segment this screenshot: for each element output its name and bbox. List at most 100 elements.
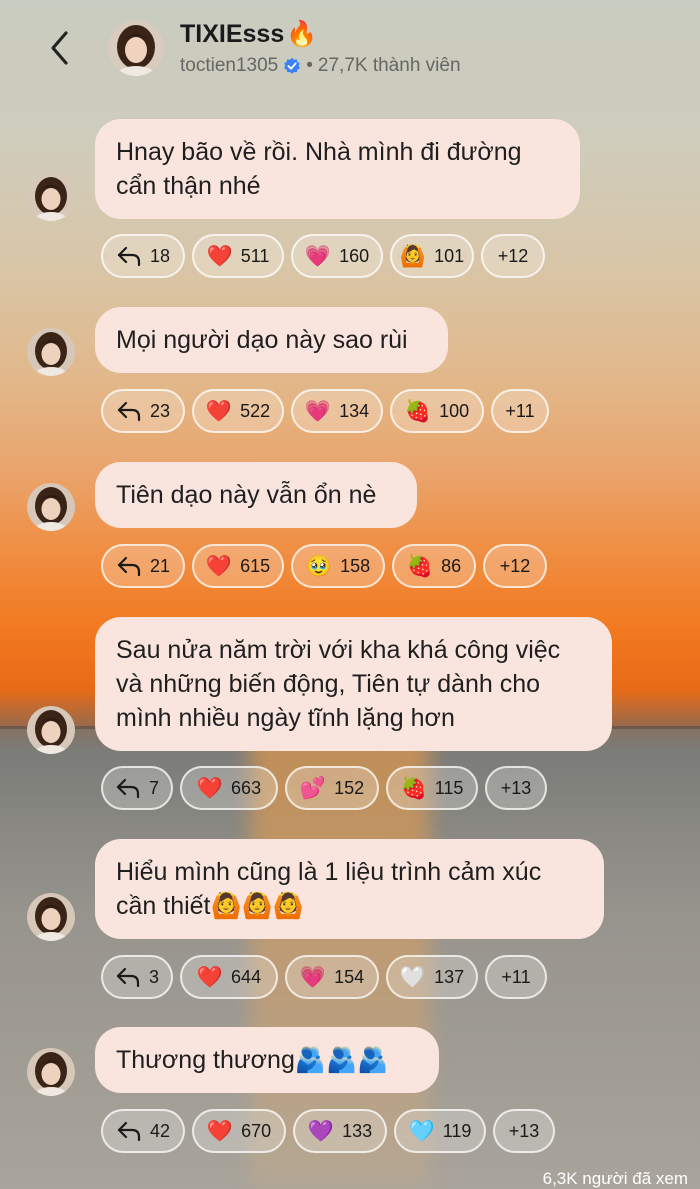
message-text: Hiểu mình cũng là 1 liệu trình cảm xúc c… (116, 858, 542, 920)
reaction-count: 86 (441, 555, 462, 576)
reaction-count: +13 (500, 777, 532, 798)
reply-button[interactable]: 21 (101, 544, 185, 588)
message-bubble[interactable]: Hnay bão về rồi. Nhà mình đi đường cẩn t… (95, 119, 580, 219)
reaction-button[interactable]: 💗 154 (285, 955, 379, 999)
reply-button[interactable]: 23 (101, 389, 185, 433)
avatar-photo-icon (108, 20, 164, 76)
channel-avatar[interactable] (108, 20, 164, 76)
avatar-photo-icon (27, 483, 75, 531)
reaction-button[interactable]: 🍓 100 (390, 389, 484, 433)
reply-arrow-icon (116, 1120, 142, 1142)
reply-button[interactable]: 42 (101, 1109, 185, 1153)
avatar-photo-icon (27, 328, 75, 376)
reaction-count: 134 (339, 400, 370, 421)
more-reactions-button[interactable]: +13 (485, 766, 547, 810)
reaction-count: 101 (434, 245, 465, 266)
reply-button[interactable]: 18 (101, 234, 185, 278)
reaction-button[interactable]: 🩵 119 (394, 1109, 486, 1153)
reaction-button[interactable]: 💗 160 (291, 234, 383, 278)
reaction-button[interactable]: 🍓 115 (386, 766, 478, 810)
more-reactions-button[interactable]: +12 (483, 544, 547, 588)
channel-title: TIXIEsss 🔥 (180, 20, 317, 49)
red-heart-icon: ❤️ (196, 776, 224, 800)
message-bubble[interactable]: Thương thương🫂🫂🫂 (95, 1027, 439, 1093)
red-heart-icon: ❤️ (206, 244, 233, 268)
reaction-button[interactable]: 🍓 86 (392, 544, 476, 588)
reaction-count: 158 (340, 555, 371, 576)
reaction-bar: 23 ❤️ 522 💗 134 🍓 100 +11 (101, 389, 549, 433)
message-text: Hnay bão về rồi. Nhà mình đi đường cẩn t… (116, 138, 522, 200)
avatar-photo-icon (27, 1048, 75, 1096)
sender-avatar[interactable] (27, 1048, 75, 1096)
reaction-bar: 18 ❤️ 511 💗 160 🙆 101 +12 (101, 234, 545, 278)
message-text: Tiên dạo này vẫn ổn nè (116, 481, 377, 509)
reaction-count: 115 (434, 777, 464, 798)
reply-button[interactable]: 3 (101, 955, 173, 999)
more-reactions-button[interactable]: +12 (481, 234, 545, 278)
sender-avatar[interactable] (27, 893, 75, 941)
reaction-button[interactable]: ❤️ 670 (192, 1109, 286, 1153)
reaction-button[interactable]: ❤️ 615 (192, 544, 284, 588)
reaction-count: 644 (231, 966, 262, 987)
channel-header: TIXIEsss 🔥 toctien1305 • 27,7K thành viê… (0, 0, 700, 100)
reaction-button[interactable]: 🙆 101 (390, 234, 474, 278)
reaction-count: 152 (334, 777, 365, 798)
reaction-button[interactable]: 💗 134 (291, 389, 383, 433)
more-reactions-button[interactable]: +11 (491, 389, 549, 433)
sender-avatar[interactable] (27, 328, 75, 376)
reply-arrow-icon (115, 777, 141, 799)
reaction-count: 133 (342, 1120, 373, 1141)
reaction-count: 3 (149, 966, 160, 987)
message-text: Sau nửa năm trời với kha khá công việc v… (116, 636, 561, 732)
reaction-bar: 7 ❤️ 663 💕 152 🍓 115 +13 (101, 766, 547, 810)
reaction-button[interactable]: ❤️ 522 (192, 389, 284, 433)
strawberry-icon: 🍓 (404, 399, 432, 423)
reaction-count: +12 (497, 245, 529, 266)
back-button[interactable] (46, 30, 74, 66)
purple-heart-icon: 💜 (307, 1119, 335, 1143)
reaction-count: 100 (439, 400, 470, 421)
pink-heart-icon: 💗 (299, 965, 327, 989)
two-hearts-icon: 💕 (299, 776, 327, 800)
message-bubble[interactable]: Mọi người dạo này sao rùi (95, 307, 448, 373)
reaction-count: +11 (501, 966, 531, 987)
channel-subtitle: toctien1305 • 27,7K thành viên (180, 55, 461, 77)
more-reactions-button[interactable]: +11 (485, 955, 547, 999)
reaction-count: +12 (499, 555, 531, 576)
avatar-photo-icon (27, 173, 75, 221)
message-bubble[interactable]: Hiểu mình cũng là 1 liệu trình cảm xúc c… (95, 839, 604, 939)
reaction-bar: 21 ❤️ 615 🥹 158 🍓 86 +12 (101, 544, 547, 588)
reaction-count: 670 (241, 1120, 272, 1141)
more-reactions-button[interactable]: +13 (493, 1109, 555, 1153)
message-text: Thương thương🫂🫂🫂 (116, 1046, 389, 1074)
reaction-count: 137 (434, 966, 465, 987)
sender-avatar[interactable] (27, 483, 75, 531)
sender-avatar[interactable] (27, 706, 75, 754)
reaction-count: 511 (240, 245, 270, 266)
reaction-button[interactable]: 🥹 158 (291, 544, 385, 588)
reaction-count: 160 (339, 245, 370, 266)
strawberry-icon: 🍓 (400, 776, 427, 800)
message-bubble[interactable]: Tiên dạo này vẫn ổn nè (95, 462, 417, 528)
pleading-face-icon: 🥹 (305, 554, 333, 578)
chevron-left-icon (51, 31, 68, 65)
reaction-button[interactable]: ❤️ 644 (180, 955, 278, 999)
red-heart-icon: ❤️ (196, 965, 224, 989)
reaction-button[interactable]: 🤍 137 (386, 955, 478, 999)
reaction-count: +13 (508, 1120, 540, 1141)
reaction-count: 7 (149, 777, 160, 798)
sender-avatar[interactable] (27, 173, 75, 221)
reaction-count: 42 (149, 1120, 171, 1141)
message-text: Mọi người dạo này sao rùi (116, 326, 408, 354)
reaction-button[interactable]: 💜 133 (293, 1109, 387, 1153)
reaction-button[interactable]: 💕 152 (285, 766, 379, 810)
avatar-photo-icon (27, 893, 75, 941)
reaction-button[interactable]: ❤️ 663 (180, 766, 278, 810)
reaction-button[interactable]: ❤️ 511 (192, 234, 284, 278)
light-blue-heart-icon: 🩵 (408, 1119, 435, 1143)
message-bubble[interactable]: Sau nửa năm trời với kha khá công việc v… (95, 617, 612, 751)
reply-button[interactable]: 7 (101, 766, 173, 810)
separator-dot: • (306, 55, 313, 76)
pink-heart-icon: 💗 (304, 244, 332, 268)
reaction-count: 21 (149, 555, 171, 576)
